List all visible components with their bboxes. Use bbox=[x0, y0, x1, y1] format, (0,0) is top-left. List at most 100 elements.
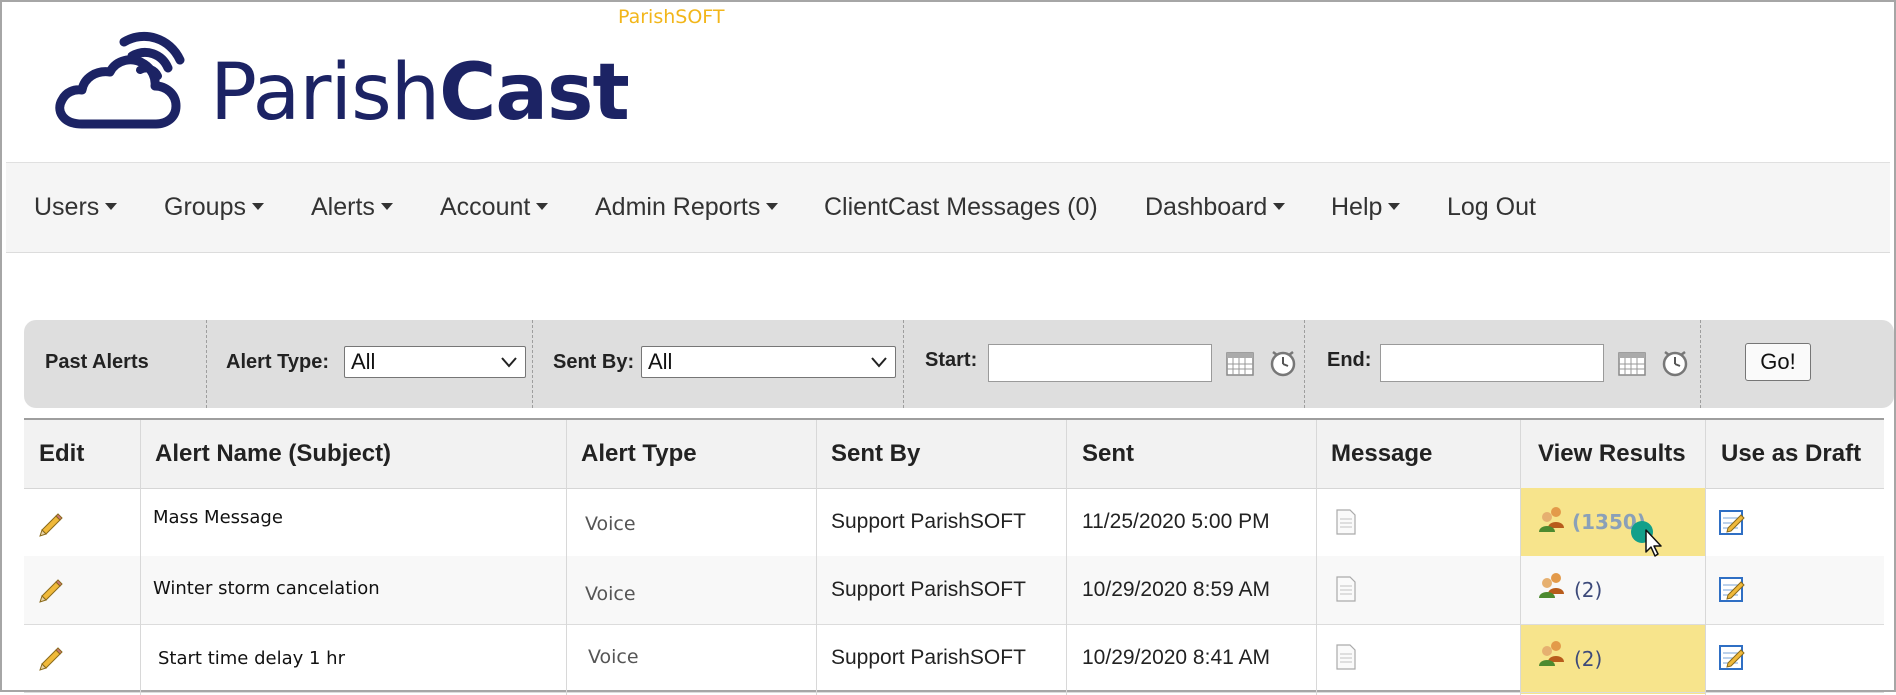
nav-clientcast-messages[interactable]: ClientCast Messages (0) bbox=[824, 163, 1098, 252]
nav-account-label: Account bbox=[440, 193, 531, 221]
nav-help-label: Help bbox=[1331, 193, 1383, 221]
pencil-icon[interactable] bbox=[38, 510, 66, 538]
past-alerts-filter-bar: Past Alerts Alert Type: All Sent By: All… bbox=[24, 320, 1894, 408]
document-icon[interactable] bbox=[1334, 575, 1358, 603]
mouse-cursor-icon bbox=[1631, 521, 1662, 557]
start-label: Start: bbox=[925, 349, 978, 371]
caret-down-icon bbox=[105, 202, 118, 210]
cloud-signal-logo-icon bbox=[55, 31, 185, 129]
filter-section-end: End: bbox=[1304, 320, 1701, 408]
nav-account[interactable]: Account bbox=[440, 163, 549, 252]
nav-users[interactable]: Users bbox=[34, 163, 118, 252]
past-alerts-title: Past Alerts bbox=[45, 351, 149, 373]
sent-by-select[interactable]: All bbox=[641, 346, 896, 378]
alert-name: Mass Message bbox=[153, 507, 283, 528]
clock-icon[interactable] bbox=[1660, 348, 1690, 378]
sent-by: Support ParishSOFT bbox=[831, 510, 1026, 533]
nav-dashboard-label: Dashboard bbox=[1145, 193, 1268, 221]
sent-by: Support ParishSOFT bbox=[831, 646, 1026, 669]
start-date-input[interactable] bbox=[988, 344, 1212, 382]
alert-name: Start time delay 1 hr bbox=[158, 648, 345, 669]
calendar-icon[interactable] bbox=[1617, 348, 1647, 378]
table-row: Winter storm cancelation Voice Support P… bbox=[24, 556, 1884, 625]
calendar-icon[interactable] bbox=[1225, 348, 1255, 378]
header-view-results: View Results bbox=[1538, 440, 1686, 467]
caret-down-icon bbox=[251, 202, 264, 210]
alert-type-select-value: All bbox=[351, 349, 376, 374]
nav-alerts-label: Alerts bbox=[311, 193, 375, 221]
go-button[interactable]: Go! bbox=[1745, 343, 1811, 381]
alert-type-label: Alert Type: bbox=[226, 351, 329, 373]
nav-users-label: Users bbox=[34, 193, 100, 221]
people-icon[interactable] bbox=[1537, 638, 1567, 668]
brand-top-label: ParishSOFT bbox=[618, 6, 725, 28]
nav-alerts[interactable]: Alerts bbox=[311, 163, 393, 252]
filter-section-title: Past Alerts bbox=[24, 320, 207, 408]
caret-down-icon bbox=[1388, 202, 1401, 210]
header-edit: Edit bbox=[39, 440, 85, 467]
table-row: Start time delay 1 hr Voice Support Pari… bbox=[24, 624, 1884, 693]
nav-groups[interactable]: Groups bbox=[164, 163, 264, 252]
parishcast-logo[interactable]: ParishCast bbox=[52, 22, 630, 138]
logo-wordmark: ParishCast bbox=[210, 48, 630, 138]
nav-log-out[interactable]: Log Out bbox=[1447, 163, 1536, 252]
alert-type: Voice bbox=[588, 646, 639, 668]
logo-text-parish: Parish bbox=[210, 48, 440, 138]
edit-note-icon[interactable] bbox=[1718, 508, 1746, 536]
header-sent: Sent bbox=[1082, 440, 1135, 467]
document-icon[interactable] bbox=[1334, 643, 1358, 671]
filter-section-alert-type: Alert Type: All bbox=[206, 320, 533, 408]
nav-clientcast-messages-label: ClientCast Messages (0) bbox=[824, 193, 1098, 221]
nav-dashboard[interactable]: Dashboard bbox=[1145, 163, 1286, 252]
table-row: Mass Message Voice Support ParishSOFT 11… bbox=[24, 488, 1884, 557]
chevron-down-icon bbox=[871, 357, 887, 368]
caret-down-icon bbox=[766, 202, 779, 210]
caret-down-icon bbox=[380, 202, 393, 210]
sent-by-select-value: All bbox=[648, 349, 673, 374]
edit-note-icon[interactable] bbox=[1718, 643, 1746, 671]
table-header-row: Edit Alert Name (Subject) Alert Type Sen… bbox=[24, 420, 1884, 489]
sent-date: 11/25/2020 5:00 PM bbox=[1082, 510, 1270, 533]
logo-text-cast: Cast bbox=[439, 48, 630, 138]
column-divider bbox=[566, 420, 567, 695]
alert-type-select[interactable]: All bbox=[344, 346, 526, 378]
main-navbar: Users Groups Alerts Account Admin Report… bbox=[6, 162, 1890, 253]
edit-note-icon[interactable] bbox=[1718, 575, 1746, 603]
column-divider bbox=[1066, 420, 1067, 695]
sent-by-label: Sent By: bbox=[553, 351, 635, 373]
nav-log-out-label: Log Out bbox=[1447, 193, 1536, 221]
header-sent-by: Sent By bbox=[831, 440, 921, 467]
end-date-input[interactable] bbox=[1380, 344, 1604, 382]
sent-date: 10/29/2020 8:41 AM bbox=[1082, 646, 1270, 669]
caret-down-icon bbox=[536, 202, 549, 210]
view-results-count[interactable]: (2) bbox=[1574, 647, 1602, 671]
past-alerts-table: Edit Alert Name (Subject) Alert Type Sen… bbox=[24, 418, 1884, 695]
view-results-count[interactable]: (2) bbox=[1574, 578, 1602, 602]
sent-by: Support ParishSOFT bbox=[831, 578, 1026, 601]
column-divider bbox=[1705, 420, 1706, 695]
sent-date: 10/29/2020 8:59 AM bbox=[1082, 578, 1270, 601]
people-icon[interactable] bbox=[1537, 504, 1567, 534]
nav-admin-reports-label: Admin Reports bbox=[595, 193, 761, 221]
nav-admin-reports[interactable]: Admin Reports bbox=[595, 163, 779, 252]
alert-type: Voice bbox=[585, 583, 636, 605]
nav-help[interactable]: Help bbox=[1331, 163, 1401, 252]
pencil-icon[interactable] bbox=[38, 576, 66, 604]
document-icon[interactable] bbox=[1334, 508, 1358, 536]
column-divider bbox=[1316, 420, 1317, 695]
caret-down-icon bbox=[1273, 202, 1286, 210]
header-alert-name: Alert Name (Subject) bbox=[155, 440, 392, 467]
nav-groups-label: Groups bbox=[164, 193, 246, 221]
column-divider bbox=[816, 420, 817, 695]
filter-section-sent-by: Sent By: All bbox=[532, 320, 904, 408]
end-label: End: bbox=[1327, 349, 1372, 371]
column-divider bbox=[140, 420, 141, 695]
pencil-icon[interactable] bbox=[38, 644, 66, 672]
alert-name: Winter storm cancelation bbox=[153, 578, 380, 599]
filter-section-start: Start: bbox=[903, 320, 1305, 408]
header-use-as-draft: Use as Draft bbox=[1721, 440, 1862, 467]
people-icon[interactable] bbox=[1537, 570, 1567, 600]
clock-icon[interactable] bbox=[1268, 348, 1298, 378]
chevron-down-icon bbox=[501, 357, 517, 368]
alert-type: Voice bbox=[585, 513, 636, 535]
